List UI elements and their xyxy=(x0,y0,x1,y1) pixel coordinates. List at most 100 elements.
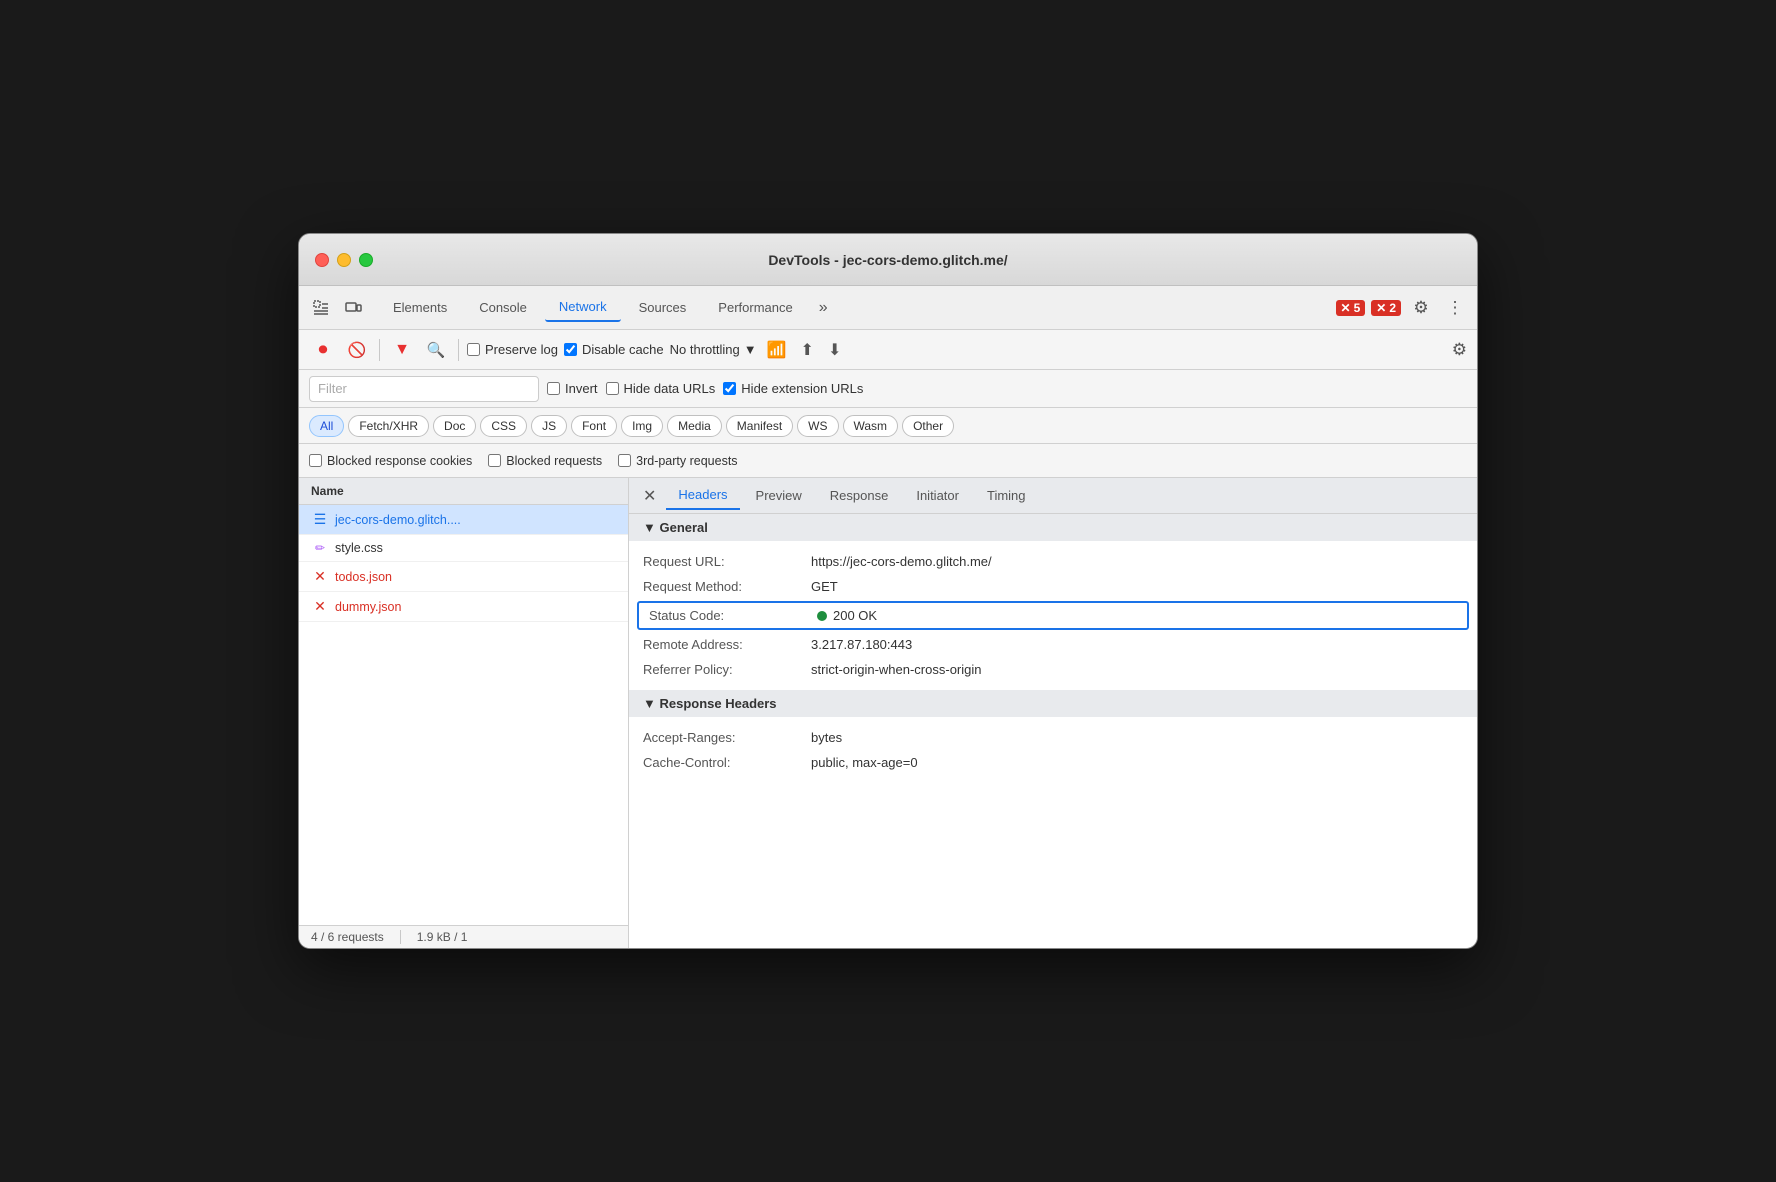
close-button[interactable] xyxy=(315,253,329,267)
tab-console[interactable]: Console xyxy=(465,294,541,321)
error-badge-1[interactable]: ✕ 5 xyxy=(1336,300,1366,316)
devtools-window: DevTools - jec-cors-demo.glitch.me/ xyxy=(298,233,1478,949)
blocked-requests-label: Blocked requests xyxy=(506,454,602,468)
close-detail-button[interactable]: ✕ xyxy=(637,482,662,510)
blocked-requests: Blocked requests xyxy=(488,454,602,468)
toolbar: ⏺ 🚫 ▼ 🔍 Preserve log Disable cache No th… xyxy=(299,330,1477,370)
filter-input[interactable] xyxy=(309,376,539,402)
search-button[interactable]: 🔍 xyxy=(422,336,450,364)
request-method-row: Request Method: GET xyxy=(629,574,1477,599)
tab-sources[interactable]: Sources xyxy=(625,294,701,321)
request-item-1[interactable]: ☰ jec-cors-demo.glitch.... xyxy=(299,505,628,535)
request-method-label: Request Method: xyxy=(643,579,803,594)
third-party-requests-checkbox[interactable] xyxy=(618,454,631,467)
maximize-button[interactable] xyxy=(359,253,373,267)
throttle-arrow: ▼ xyxy=(744,342,757,357)
css-icon: ✏ xyxy=(311,541,329,555)
filter-fetch-xhr[interactable]: Fetch/XHR xyxy=(348,415,429,437)
toolbar-settings-icon[interactable]: ⚙ xyxy=(1452,340,1467,360)
hide-extension-urls-group: Hide extension URLs xyxy=(723,381,863,396)
filter-doc[interactable]: Doc xyxy=(433,415,476,437)
filter-other[interactable]: Other xyxy=(902,415,954,437)
tab-network[interactable]: Network xyxy=(545,293,621,322)
hide-data-urls-checkbox[interactable] xyxy=(606,382,619,395)
clear-button[interactable]: 🚫 xyxy=(343,336,371,364)
filter-css[interactable]: CSS xyxy=(480,415,527,437)
general-section-header[interactable]: ▼ General xyxy=(629,514,1477,541)
detail-tab-preview[interactable]: Preview xyxy=(744,482,814,509)
accept-ranges-row: Accept-Ranges: bytes xyxy=(629,725,1477,750)
upload-icon[interactable]: ⬆ xyxy=(797,336,818,364)
request-url-value: https://jec-cors-demo.glitch.me/ xyxy=(811,554,992,569)
preserve-log-label: Preserve log xyxy=(485,342,558,357)
detail-tab-timing[interactable]: Timing xyxy=(975,482,1038,509)
request-item-2[interactable]: ✏ style.css xyxy=(299,535,628,562)
tab-bar: Elements Console Network Sources Perform… xyxy=(299,286,1477,330)
filter-ws[interactable]: WS xyxy=(797,415,838,437)
detail-tab-headers[interactable]: Headers xyxy=(666,481,739,510)
error-count-1: 5 xyxy=(1354,301,1361,315)
minimize-button[interactable] xyxy=(337,253,351,267)
status-code-text: 200 OK xyxy=(833,608,877,623)
blocked-response-cookies: Blocked response cookies xyxy=(309,454,472,468)
tab-elements[interactable]: Elements xyxy=(379,294,461,321)
blocked-requests-checkbox[interactable] xyxy=(488,454,501,467)
filter-wasm[interactable]: Wasm xyxy=(843,415,899,437)
preserve-log-checkbox[interactable] xyxy=(467,343,480,356)
response-headers-section-header[interactable]: ▼ Response Headers xyxy=(629,690,1477,717)
hide-data-urls-group: Hide data URLs xyxy=(606,381,716,396)
request-name-1: jec-cors-demo.glitch.... xyxy=(335,513,461,527)
response-headers-rows: Accept-Ranges: bytes Cache-Control: publ… xyxy=(629,717,1477,783)
filter-font[interactable]: Font xyxy=(571,415,617,437)
invert-checkbox[interactable] xyxy=(547,382,560,395)
cache-control-label: Cache-Control: xyxy=(643,755,803,770)
disable-cache-group: Disable cache xyxy=(564,342,664,357)
throttle-select[interactable]: No throttling ▼ xyxy=(670,342,757,357)
tab-performance[interactable]: Performance xyxy=(704,294,806,321)
error-icon-3: ✕ xyxy=(311,568,329,585)
filter-all[interactable]: All xyxy=(309,415,344,437)
device-icon[interactable] xyxy=(339,294,367,322)
referrer-policy-value: strict-origin-when-cross-origin xyxy=(811,662,982,677)
more-options-icon[interactable]: ⋮ xyxy=(1441,294,1469,322)
hide-data-urls-label: Hide data URLs xyxy=(624,381,716,396)
doc-icon: ☰ xyxy=(311,511,329,528)
request-item-4[interactable]: ✕ dummy.json xyxy=(299,592,628,622)
status-bar: 4 / 6 requests 1.9 kB / 1 xyxy=(299,925,628,948)
invert-label: Invert xyxy=(565,381,598,396)
detail-tab-initiator[interactable]: Initiator xyxy=(904,482,971,509)
remote-address-label: Remote Address: xyxy=(643,637,803,652)
filter-button[interactable]: ▼ xyxy=(388,336,416,364)
filter-js[interactable]: JS xyxy=(531,415,567,437)
detail-tab-response[interactable]: Response xyxy=(818,482,901,509)
traffic-lights xyxy=(315,253,373,267)
main-content: Name ☰ jec-cors-demo.glitch.... ✏ style.… xyxy=(299,478,1477,948)
more-tabs-button[interactable]: » xyxy=(811,295,836,321)
status-code-value: 200 OK xyxy=(817,608,877,623)
hide-extension-urls-checkbox[interactable] xyxy=(723,382,736,395)
wifi-icon[interactable]: 📶 xyxy=(763,336,791,364)
record-button[interactable]: ⏺ xyxy=(309,336,337,364)
inspect-icon[interactable] xyxy=(307,294,335,322)
status-code-row: Status Code: 200 OK xyxy=(637,601,1469,630)
remote-address-value: 3.217.87.180:443 xyxy=(811,637,912,652)
disable-cache-label: Disable cache xyxy=(582,342,664,357)
filter-manifest[interactable]: Manifest xyxy=(726,415,793,437)
blocked-response-cookies-checkbox[interactable] xyxy=(309,454,322,467)
settings-icon[interactable]: ⚙ xyxy=(1407,294,1435,322)
download-icon[interactable]: ⬇ xyxy=(824,336,845,364)
name-column-header: Name xyxy=(299,478,628,505)
error-icon-4: ✕ xyxy=(311,598,329,615)
filter-media[interactable]: Media xyxy=(667,415,722,437)
disable-cache-checkbox[interactable] xyxy=(564,343,577,356)
error-icon-1: ✕ xyxy=(1341,301,1351,315)
request-name-4: dummy.json xyxy=(335,600,401,614)
status-code-label: Status Code: xyxy=(649,608,809,623)
third-party-requests-label: 3rd-party requests xyxy=(636,454,737,468)
request-item-3[interactable]: ✕ todos.json xyxy=(299,562,628,592)
window-title: DevTools - jec-cors-demo.glitch.me/ xyxy=(768,252,1007,268)
status-divider xyxy=(400,930,401,944)
error-badge-2[interactable]: ✕ 2 xyxy=(1371,300,1401,316)
request-url-row: Request URL: https://jec-cors-demo.glitc… xyxy=(629,549,1477,574)
filter-img[interactable]: Img xyxy=(621,415,663,437)
